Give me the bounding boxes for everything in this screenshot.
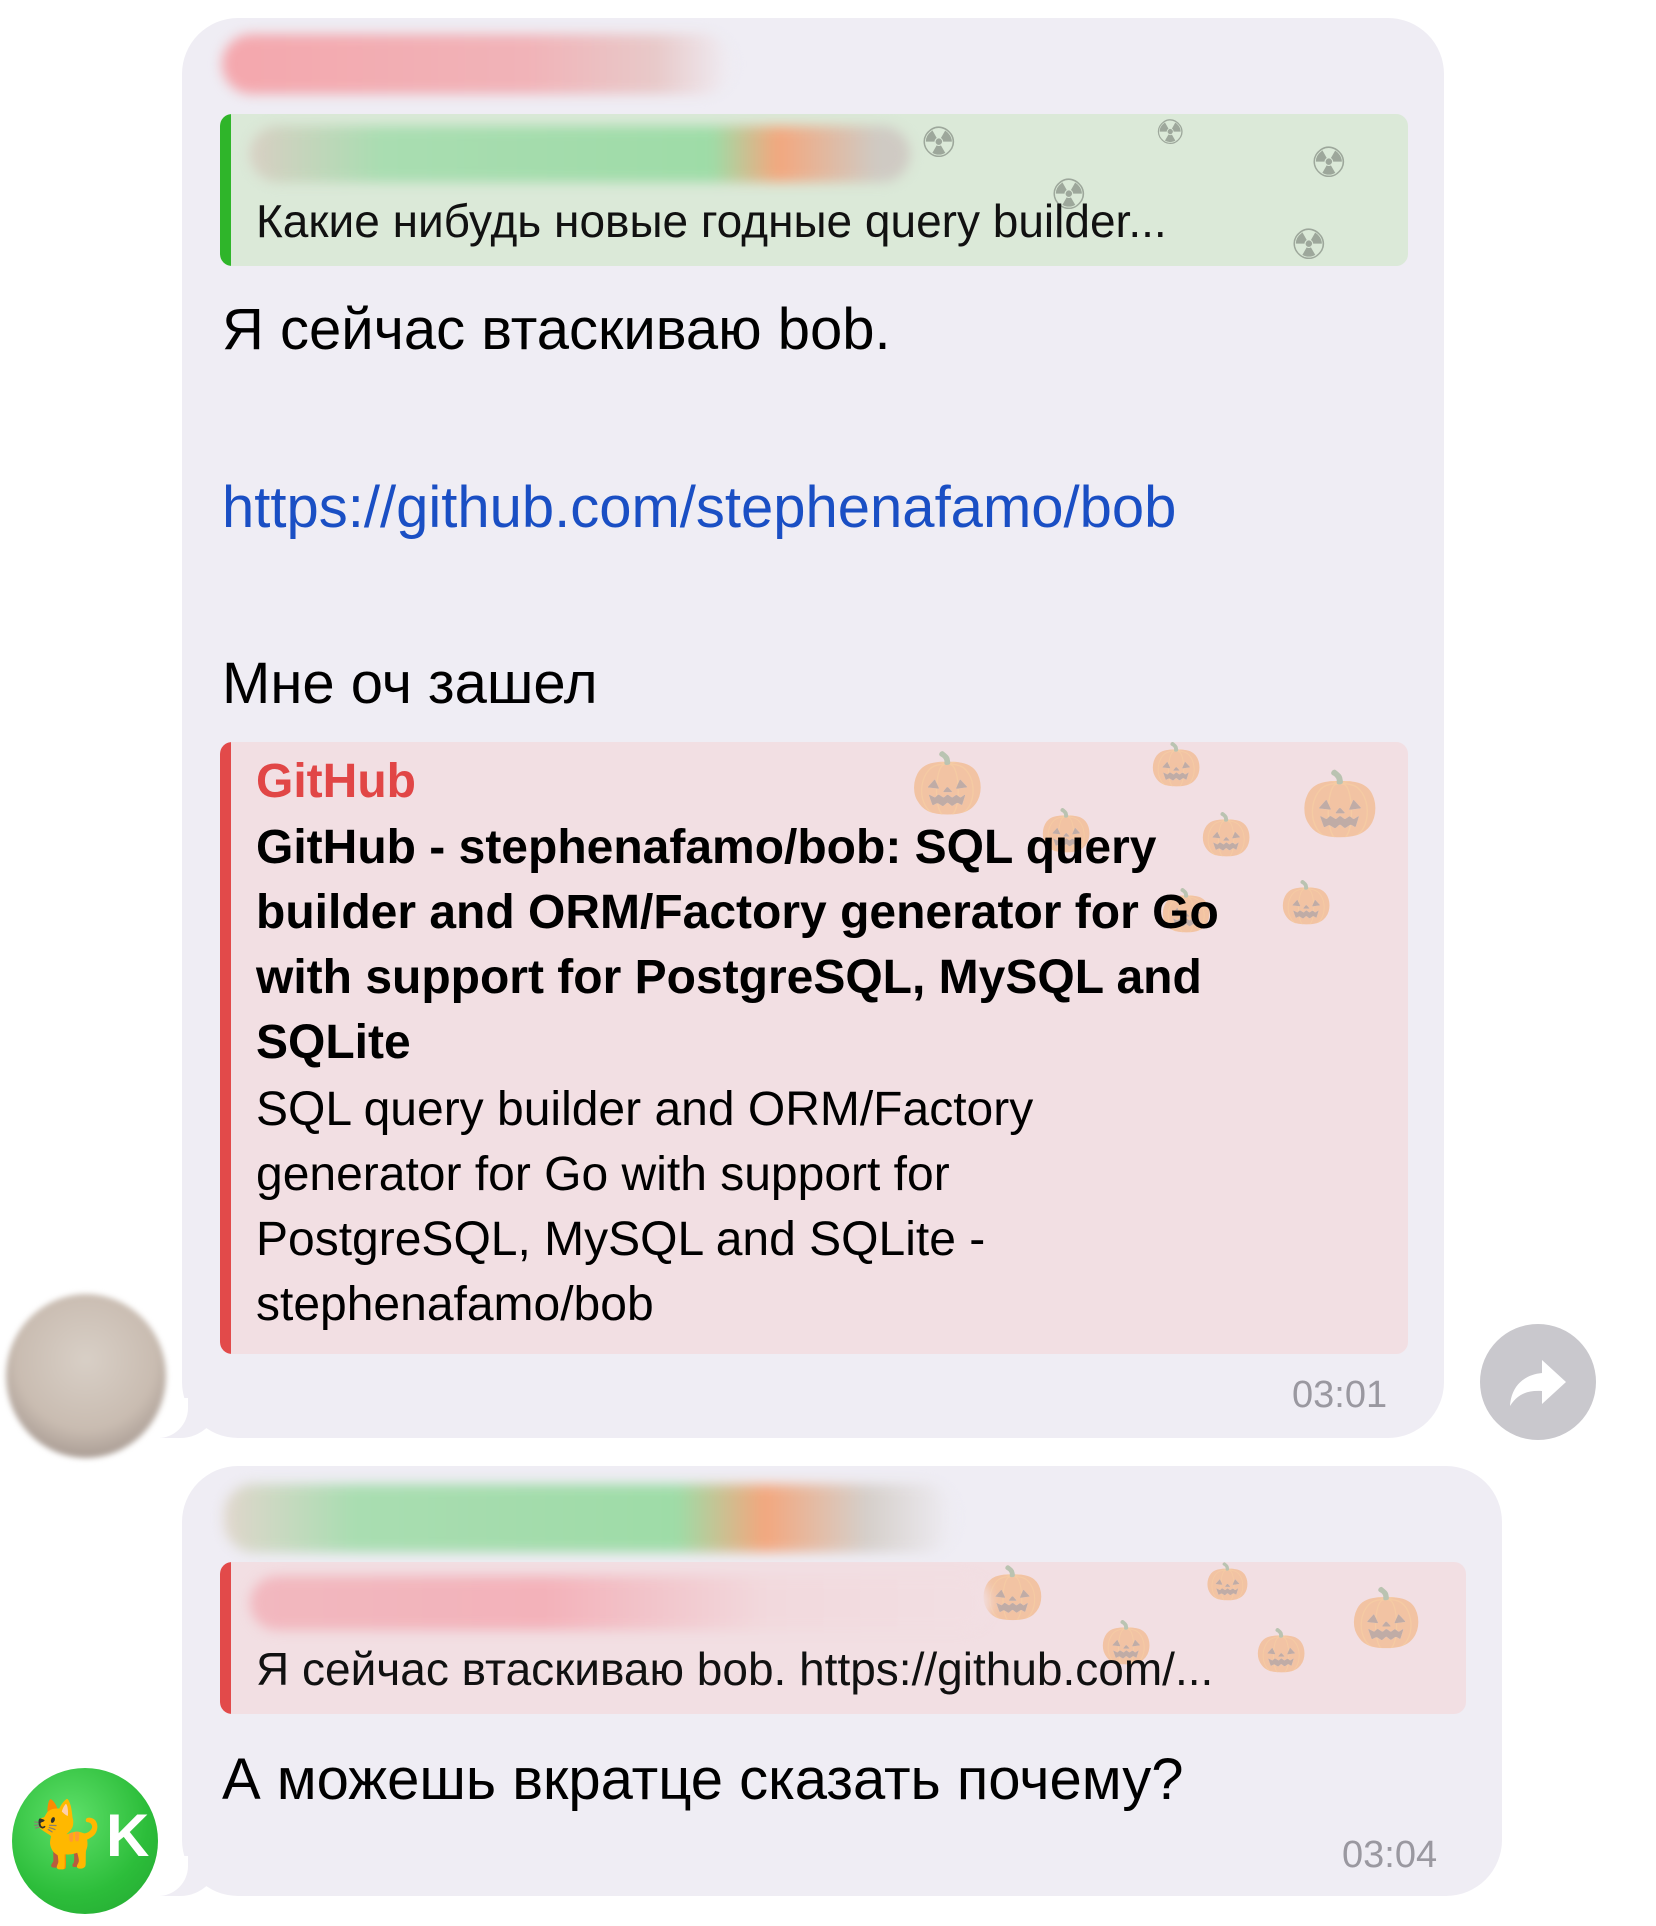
- reply-quote-1[interactable]: ☢ ☢ ☢ ☢ ☢ Какие нибудь новые годные quer…: [220, 114, 1408, 266]
- quoted-text: Какие нибудь новые годные query builder.…: [256, 195, 1167, 247]
- gas-mask-icon: ☢: [920, 119, 958, 166]
- gas-mask-icon: ☢: [1290, 221, 1328, 266]
- preview-description-line: PostgreSQL, MySQL and SQLite -: [256, 1213, 986, 1266]
- forward-button[interactable]: [1480, 1324, 1596, 1440]
- sender-name-redacted: [224, 1484, 954, 1552]
- pumpkin-icon: 🎃: [1280, 879, 1333, 926]
- pumpkin-icon: 🎃: [1255, 1627, 1308, 1674]
- pumpkin-icon: 🎃: [910, 750, 985, 817]
- preview-bar: [220, 742, 231, 1354]
- preview-description-line: stephenafamo/bob: [256, 1278, 654, 1331]
- quote-bar: [220, 114, 231, 266]
- cat-emoji: 🐈: [26, 1798, 106, 1870]
- bubble-tail: [148, 1856, 220, 1896]
- preview-title-line: with support for PostgreSQL, MySQL and: [256, 951, 1202, 1004]
- sender-name-redacted: [222, 34, 732, 94]
- message-text-line: Я сейчас втаскиваю bob.: [222, 297, 891, 362]
- bubble-tail: [148, 1398, 220, 1438]
- preview-title-line: SQLite: [256, 1016, 411, 1069]
- link-preview[interactable]: 🎃 🎃 🎃 🎃 🎃 🎃 🎃 GitHub GitHub - stephenafa…: [220, 742, 1408, 1354]
- reply-quote-2[interactable]: 🎃 🎃 🎃 🎃 🎃 Я сейчас втаскиваю bob. https:…: [220, 1562, 1466, 1714]
- message-time: 03:04: [1342, 1834, 1438, 1876]
- preview-title-line: GitHub - stephenafamo/bob: SQL query: [256, 821, 1157, 874]
- pumpkin-icon: 🎃: [1150, 742, 1203, 788]
- pumpkin-icon: 🎃: [1300, 768, 1380, 840]
- avatar-initial: K: [106, 1802, 150, 1869]
- quoted-sender-redacted: [250, 126, 910, 182]
- forward-arrow-icon: [1510, 1360, 1566, 1406]
- preview-description-line: generator for Go with support for: [256, 1148, 950, 1201]
- pumpkin-icon: 🎃: [1205, 1562, 1250, 1602]
- message-text-line: Мне оч зашел: [222, 651, 598, 716]
- gas-mask-icon: ☢: [1310, 139, 1348, 186]
- pumpkin-icon: 🎃: [1200, 811, 1253, 858]
- user-avatar[interactable]: 🐈 K: [12, 1768, 158, 1914]
- quote-bar: [220, 1562, 231, 1714]
- quoted-sender-redacted: [250, 1576, 990, 1630]
- preview-site-name: GitHub: [256, 755, 416, 808]
- preview-title-line: builder and ORM/Factory generator for Go: [256, 886, 1219, 939]
- pumpkin-icon: 🎃: [980, 1565, 1045, 1623]
- message-time: 03:01: [1292, 1374, 1388, 1416]
- preview-description-line: SQL query builder and ORM/Factory: [256, 1083, 1034, 1136]
- message-link[interactable]: https://github.com/stephenafamo/bob: [222, 474, 1176, 541]
- pumpkin-icon: 🎃: [1350, 1586, 1423, 1651]
- gas-mask-icon: ☢: [1155, 114, 1186, 152]
- quoted-text: Я сейчас втаскиваю bob. https://github.c…: [256, 1643, 1214, 1695]
- message-text-line: А можешь вкратце сказать почему?: [222, 1747, 1184, 1812]
- sender-avatar-redacted[interactable]: [6, 1294, 166, 1458]
